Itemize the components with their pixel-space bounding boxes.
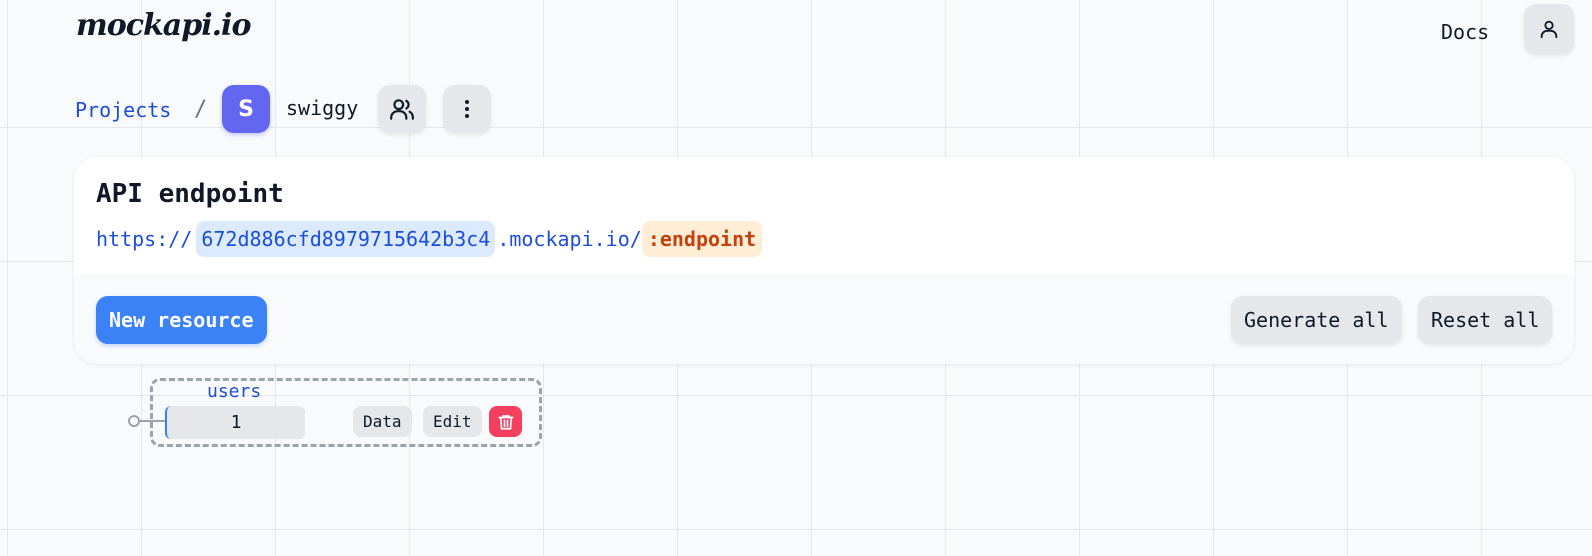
users-icon: [390, 99, 414, 120]
resource-connector-handle[interactable]: [128, 415, 140, 427]
more-options-button[interactable]: [443, 85, 491, 133]
resource-name[interactable]: users: [207, 381, 261, 402]
reset-all-button[interactable]: Reset all: [1418, 296, 1553, 344]
user-menu-button[interactable]: [1524, 4, 1574, 54]
url-scheme: https://: [96, 227, 193, 251]
resource-data-button[interactable]: Data: [353, 406, 412, 437]
resource-connector-line: [140, 420, 166, 422]
url-domain: .mockapi.io/: [497, 227, 642, 251]
resource-edit-button[interactable]: Edit: [423, 406, 482, 437]
project-name: swiggy: [286, 96, 359, 120]
breadcrumb-projects-link[interactable]: Projects: [75, 98, 171, 122]
project-avatar: S: [222, 85, 270, 133]
api-endpoint-card: API endpoint https:// 672d886cfd89797156…: [74, 157, 1574, 364]
docs-link[interactable]: Docs: [1441, 20, 1489, 44]
resource-count-input[interactable]: 1: [165, 406, 305, 439]
url-project-id[interactable]: 672d886cfd8979715642b3c4: [196, 221, 496, 257]
url-endpoint-placeholder: :endpoint: [641, 221, 763, 257]
resource-delete-button[interactable]: [489, 406, 522, 437]
generate-all-button[interactable]: Generate all: [1231, 296, 1402, 344]
breadcrumb-separator: /: [194, 97, 208, 122]
trash-icon: [497, 414, 514, 430]
card-title: API endpoint: [96, 179, 284, 209]
endpoint-url: https:// 672d886cfd8979715642b3c4 .mocka…: [96, 221, 763, 257]
logo[interactable]: mockapi.io: [76, 8, 251, 43]
members-button[interactable]: [378, 85, 426, 133]
more-vertical-icon: [465, 100, 469, 118]
new-resource-button[interactable]: New resource: [96, 296, 267, 344]
user-icon: [1540, 20, 1558, 39]
